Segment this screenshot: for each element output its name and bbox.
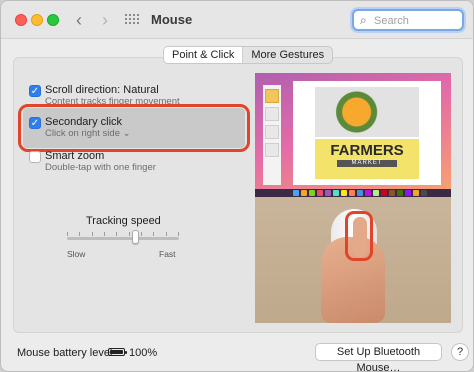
- annotation-outline-secondary-click: [18, 104, 250, 152]
- tracking-speed-tick: [166, 232, 167, 236]
- tracking-speed-knob[interactable]: [132, 230, 139, 244]
- preview-thumbnail: [265, 107, 279, 121]
- preview-dock-icon: [333, 190, 339, 196]
- tracking-speed-tick: [116, 232, 117, 236]
- grid-icon[interactable]: [125, 14, 139, 26]
- tracking-speed-tick: [178, 232, 179, 236]
- preview-dock-icon: [413, 190, 419, 196]
- preview-dock-icon: [293, 190, 299, 196]
- preview-dock-icon: [389, 190, 395, 196]
- tab-more-gestures[interactable]: More Gestures: [243, 47, 332, 63]
- tracking-speed-tick: [153, 232, 154, 236]
- chevron-left-icon[interactable]: ‹: [69, 9, 89, 31]
- tracking-speed-title: Tracking speed: [86, 215, 161, 227]
- smart-zoom-checkbox[interactable]: [29, 151, 41, 163]
- preview-doc-page: FARMERS MARKET: [293, 81, 441, 185]
- preview-dock: [255, 189, 451, 197]
- preview-poster-title: FARMERS: [330, 142, 404, 159]
- close-window-button[interactable]: [15, 14, 27, 26]
- preview-dock-icon: [421, 190, 427, 196]
- gesture-preview: FARMERS MARKET: [255, 73, 451, 323]
- scroll-direction-label: Scroll direction: Natural: [45, 84, 159, 96]
- preview-dock-icon: [325, 190, 331, 196]
- preview-dock-icon: [373, 190, 379, 196]
- preview-dock-icon: [349, 190, 355, 196]
- preview-poster: FARMERS MARKET: [315, 139, 419, 179]
- help-button[interactable]: ?: [451, 343, 469, 361]
- preview-mouse-demo: [255, 197, 451, 323]
- preview-dock-icon: [341, 190, 347, 196]
- preview-dock-icon: [381, 190, 387, 196]
- preview-dock-icon: [357, 190, 363, 196]
- preferences-window: ‹ › Mouse ⌕ Point & Click More Gestures …: [0, 0, 474, 372]
- tracking-speed-slider[interactable]: [67, 237, 179, 240]
- preview-dock-icon: [309, 190, 315, 196]
- tracking-speed-tick: [67, 232, 68, 236]
- preview-thumbnail: [265, 125, 279, 139]
- tracking-speed-ticks: [67, 232, 179, 236]
- title-bar: ‹ › Mouse ⌕: [1, 1, 473, 39]
- tracking-speed-tick: [92, 232, 93, 236]
- smart-zoom-description: Double-tap with one finger: [45, 162, 156, 173]
- search-input[interactable]: [374, 13, 458, 28]
- preview-screen: FARMERS MARKET: [255, 73, 451, 197]
- tab-point-and-click[interactable]: Point & Click: [164, 47, 244, 63]
- preview-dock-icon: [397, 190, 403, 196]
- preview-dock-icon: [317, 190, 323, 196]
- battery-icon: [108, 348, 127, 356]
- search-field[interactable]: ⌕: [352, 9, 464, 31]
- tracking-speed-tick: [129, 232, 130, 236]
- battery-percent: 100%: [129, 347, 158, 359]
- battery-level-label: Mouse battery level:: [17, 347, 116, 359]
- preview-dock-icon: [301, 190, 307, 196]
- minimize-window-button[interactable]: [31, 14, 43, 26]
- preview-dock-icon: [405, 190, 411, 196]
- smart-zoom-label: Smart zoom: [45, 150, 105, 162]
- preview-citrus-photo: [315, 87, 419, 137]
- annotation-outline-right-click: [345, 211, 373, 261]
- set-up-bluetooth-mouse-button[interactable]: Set Up Bluetooth Mouse…: [315, 343, 442, 371]
- tracking-speed-max-label: Fast: [159, 249, 176, 259]
- zoom-window-button[interactable]: [47, 14, 59, 26]
- preview-thumbnail: [265, 143, 279, 157]
- tracking-speed-tick: [141, 232, 142, 236]
- preview-dock-icon: [365, 190, 371, 196]
- scroll-direction-checkbox[interactable]: ✓: [29, 85, 41, 97]
- chevron-right-icon[interactable]: ›: [95, 9, 115, 31]
- preview-poster-subtitle: MARKET: [337, 160, 397, 167]
- search-icon: ⌕: [360, 13, 367, 27]
- window-title: Mouse: [151, 12, 193, 27]
- tracking-speed-tick: [104, 232, 105, 236]
- tracking-speed-min-label: Slow: [67, 249, 86, 259]
- preview-thumbnail: [265, 89, 279, 103]
- tab-bar: Point & Click More Gestures: [163, 46, 334, 64]
- tracking-speed-tick: [79, 232, 80, 236]
- battery-fill: [110, 350, 123, 354]
- preview-doc-sidebar: [263, 85, 281, 185]
